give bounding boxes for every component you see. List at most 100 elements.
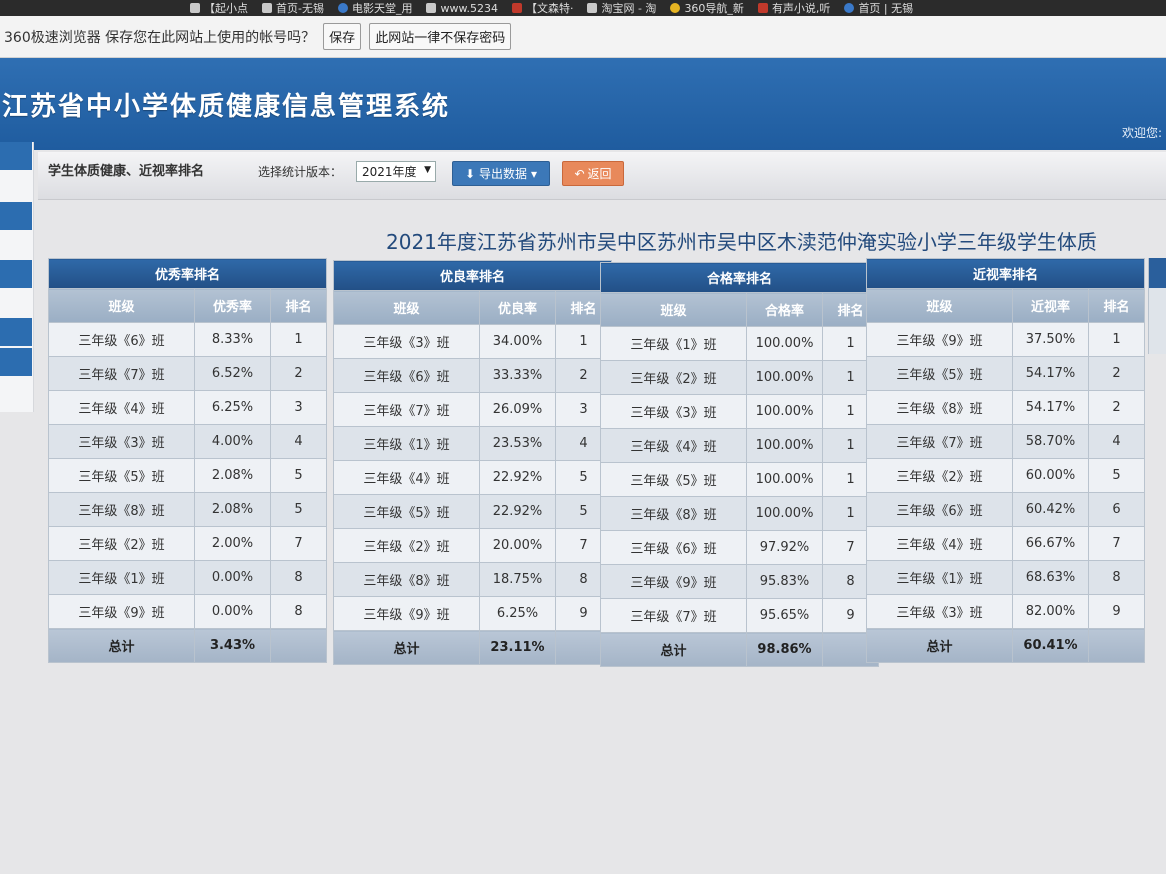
rank-cell: 8	[1088, 560, 1145, 595]
class-name-cell: 三年级《9》班	[866, 322, 1013, 357]
page-icon	[426, 3, 437, 13]
rate-cell: 54.17%	[1012, 390, 1089, 425]
class-name-cell: 三年级《7》班	[866, 424, 1013, 459]
rate-cell: 82.00%	[1012, 594, 1089, 629]
class-name-cell: 三年级《6》班	[866, 492, 1013, 527]
table-row: 三年级《5》班 54.17% 2	[866, 356, 1145, 391]
table-row: 三年级《2》班 20.00% 7	[333, 528, 612, 563]
column-header: 班级	[48, 288, 195, 323]
table-row: 三年级《3》班 82.00% 9	[866, 594, 1145, 629]
version-select[interactable]: 2021年度 ▼	[356, 161, 436, 182]
class-name-cell: 三年级《9》班	[333, 596, 480, 631]
bookmark-item[interactable]: 电影天堂_用	[337, 0, 412, 16]
save-password-button[interactable]: 保存	[323, 23, 362, 50]
bookmark-label: 首页-无锡	[276, 2, 324, 15]
sidebar-item[interactable]	[0, 318, 32, 346]
rate-cell: 100.00%	[746, 428, 823, 463]
rate-cell: 6.25%	[479, 596, 556, 631]
table-row: 三年级《4》班 100.00% 1	[600, 428, 879, 463]
rate-cell: 18.75%	[479, 562, 556, 597]
class-name-cell: 三年级《5》班	[866, 356, 1013, 391]
bookmark-label: 【文森特·	[525, 2, 574, 15]
table-row: 三年级《5》班 100.00% 1	[600, 462, 879, 497]
bookmark-label: 首页 | 无锡	[858, 2, 914, 15]
class-name-cell: 三年级《1》班	[48, 560, 195, 595]
next-table-edge	[1148, 258, 1166, 354]
welcome-text: 欢迎您:	[1121, 126, 1162, 140]
table-row: 三年级《4》班 22.92% 5	[333, 460, 612, 495]
cloud-icon	[844, 3, 855, 13]
total-row: 总计 23.11%	[333, 630, 612, 665]
column-header: 排名	[1088, 288, 1145, 323]
class-name-cell: 三年级《2》班	[333, 528, 480, 563]
sidebar-item[interactable]	[0, 260, 32, 288]
bookmark-item[interactable]: 【文森特·	[511, 0, 574, 16]
rank-cell: 3	[270, 390, 327, 425]
table-row: 三年级《7》班 26.09% 3	[333, 392, 612, 427]
table-caption: 优秀率排名	[48, 258, 327, 289]
class-name-cell: 三年级《1》班	[866, 560, 1013, 595]
rate-cell: 33.33%	[479, 358, 556, 393]
table-row: 三年级《7》班 6.52% 2	[48, 356, 327, 391]
listen-icon	[757, 3, 768, 13]
rate-cell: 66.67%	[1012, 526, 1089, 561]
never-save-password-button[interactable]: 此网站一律不保存密码	[369, 23, 512, 50]
sidebar-item[interactable]	[0, 348, 32, 376]
rank-cell: 7	[1088, 526, 1145, 561]
table-row: 三年级《5》班 2.08% 5	[48, 458, 327, 493]
class-name-cell: 三年级《5》班	[600, 462, 747, 497]
column-header: 合格率	[746, 292, 823, 327]
class-name-cell: 三年级《3》班	[600, 394, 747, 429]
rate-cell: 37.50%	[1012, 322, 1089, 357]
class-name-cell: 三年级《7》班	[333, 392, 480, 427]
bookmark-item[interactable]: 首页 | 无锡	[844, 0, 913, 16]
rate-cell: 34.00%	[479, 324, 556, 359]
rate-cell: 8.33%	[194, 322, 271, 357]
sidebar-item[interactable]	[0, 202, 32, 230]
rate-cell: 4.00%	[194, 424, 271, 459]
total-rank-empty	[270, 628, 327, 663]
bookmark-item[interactable]: 首页-无锡	[262, 0, 324, 16]
table-row: 三年级《6》班 60.42% 6	[866, 492, 1145, 527]
star-icon	[670, 3, 681, 13]
rate-cell: 22.92%	[479, 460, 556, 495]
rank-cell: 5	[270, 458, 327, 493]
table-row: 三年级《2》班 60.00% 5	[866, 458, 1145, 493]
table-row: 三年级《6》班 8.33% 1	[48, 322, 327, 357]
left-sidebar	[0, 142, 34, 412]
bookmark-item[interactable]: 有声小说,听	[757, 0, 830, 16]
bookmark-label: 【起小点	[204, 2, 248, 15]
class-name-cell: 三年级《2》班	[48, 526, 195, 561]
back-button[interactable]: ↶ 返回	[562, 161, 624, 186]
column-header: 班级	[866, 288, 1013, 323]
caret-down-icon: ▾	[531, 166, 538, 181]
rate-cell: 2.00%	[194, 526, 271, 561]
table-row: 三年级《8》班 54.17% 2	[866, 390, 1145, 425]
class-name-cell: 三年级《2》班	[600, 360, 747, 395]
table-row: 三年级《6》班 97.92% 7	[600, 530, 879, 565]
rank-cell: 8	[270, 560, 327, 595]
class-name-cell: 三年级《3》班	[333, 324, 480, 359]
rate-cell: 60.42%	[1012, 492, 1089, 527]
bookmark-item[interactable]: 【起小点	[190, 0, 248, 16]
class-name-cell: 三年级《6》班	[600, 530, 747, 565]
bookmark-item[interactable]: www.5234	[426, 2, 498, 15]
total-value: 60.41%	[1012, 628, 1089, 663]
bookmark-item[interactable]: 淘宝网 - 淘	[587, 0, 656, 16]
rank-cell: 7	[270, 526, 327, 561]
column-header: 班级	[600, 292, 747, 327]
bookmark-item[interactable]: 360导航_新	[670, 0, 744, 16]
download-icon: ⬇	[464, 166, 475, 181]
flag-icon	[511, 3, 522, 13]
total-label: 总计	[866, 628, 1013, 663]
class-name-cell: 三年级《2》班	[866, 458, 1013, 493]
rate-cell: 100.00%	[746, 326, 823, 361]
myopia-rate-table: 近视率排名 班级 近视率 排名 三年级《9》班 37.50% 1 三年级《5》班 54.17% 2…	[866, 258, 1145, 663]
rank-cell: 6	[1088, 492, 1145, 527]
table-row: 三年级《3》班 100.00% 1	[600, 394, 879, 429]
sidebar-item[interactable]	[0, 142, 32, 170]
system-title: 江苏省中小学体质健康信息管理系统	[2, 92, 451, 122]
column-header: 班级	[333, 290, 480, 325]
app-header: 江苏省中小学体质健康信息管理系统 欢迎您:	[0, 58, 1166, 150]
export-data-button[interactable]: ⬇ 导出数据 ▾	[452, 161, 550, 186]
